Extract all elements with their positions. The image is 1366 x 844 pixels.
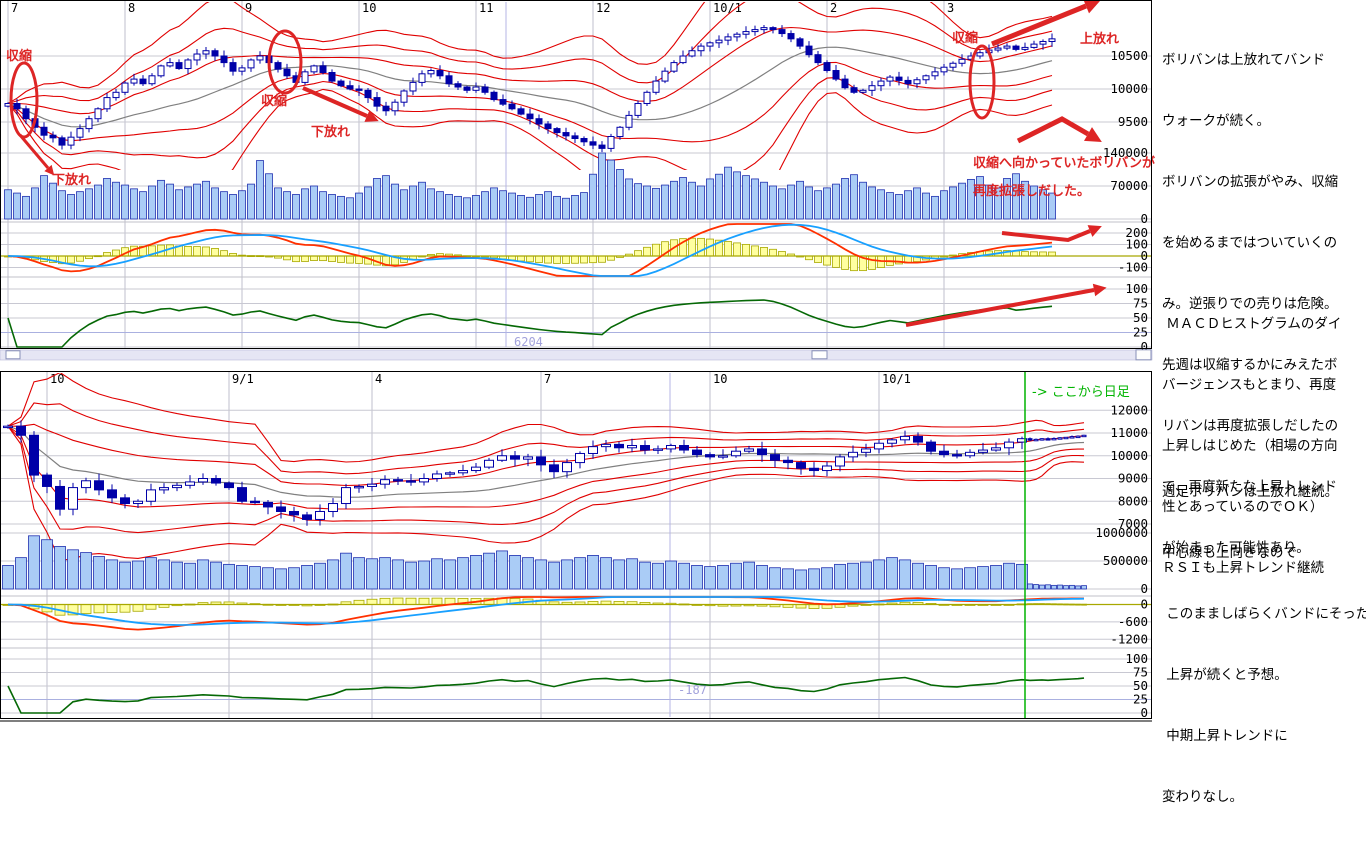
note-line: を始めるまではついていくの bbox=[1162, 229, 1338, 258]
svg-text:25: 25 bbox=[1133, 325, 1148, 340]
bollinger-bands bbox=[8, 373, 1084, 561]
x-tick-label: 9/1 bbox=[232, 372, 254, 386]
daily-divider-label: -> ここから日足 bbox=[1032, 385, 1130, 400]
svg-text:500000: 500000 bbox=[1103, 553, 1148, 568]
x-tick-label: 4 bbox=[375, 372, 382, 386]
svg-text:0: 0 bbox=[1140, 581, 1148, 596]
x-tick-label: 11 bbox=[479, 1, 493, 15]
note-line: このまましばらくバンドにそった bbox=[1162, 600, 1366, 629]
svg-text:10000: 10000 bbox=[1110, 81, 1148, 96]
chart-border bbox=[1, 372, 1152, 719]
svg-text:下放れ: 下放れ bbox=[311, 124, 350, 140]
note-line: 週足ボリバンは上放れ継続。 bbox=[1162, 478, 1366, 507]
right-axis-labels: 105001000095001400007000002001000-100100… bbox=[1103, 48, 1148, 354]
note-line: 中心線も上向きなので bbox=[1162, 539, 1366, 568]
svg-text:12000: 12000 bbox=[1110, 402, 1148, 417]
note-line: バージェンスもとまり、再度 bbox=[1162, 371, 1341, 400]
svg-text:11000: 11000 bbox=[1110, 425, 1148, 440]
svg-text:10000: 10000 bbox=[1110, 448, 1148, 463]
svg-text:10500: 10500 bbox=[1110, 48, 1148, 63]
x-tick-label: 7 bbox=[544, 372, 551, 386]
note-line: ウォークが続く。 bbox=[1162, 107, 1338, 136]
svg-text:0: 0 bbox=[1140, 211, 1148, 226]
svg-text:下放れ: 下放れ bbox=[52, 172, 91, 188]
upper-daily-chart[interactable]: 78910111210/1236204105001000095001400007… bbox=[0, 0, 1155, 354]
x-tick-label: 10/1 bbox=[882, 372, 911, 386]
candlesticks bbox=[4, 420, 1087, 525]
x-tick-label: 7 bbox=[11, 1, 18, 15]
svg-text:収縮: 収縮 bbox=[6, 48, 32, 64]
svg-text:-1200: -1200 bbox=[1110, 631, 1148, 646]
svg-text:0: 0 bbox=[1140, 597, 1148, 612]
note-line: 変わりなし。 bbox=[1162, 783, 1366, 812]
scrollbar-right-box[interactable] bbox=[1136, 350, 1151, 360]
scrollbar-thumb[interactable] bbox=[812, 351, 827, 359]
note-block-weekly: 週足ボリバンは上放れ継続。 中心線も上向きなので このまましばらくバンドにそった… bbox=[1162, 446, 1366, 844]
svg-text:収縮: 収縮 bbox=[952, 30, 978, 46]
note-line: 上昇が続くと予想。 bbox=[1162, 661, 1366, 690]
cursor-value-label: 6204 bbox=[514, 335, 543, 349]
scrollbar-track bbox=[0, 350, 1152, 360]
x-tick-label: 10 bbox=[362, 1, 376, 15]
rsi-panel bbox=[8, 678, 1084, 714]
x-tick-label: 12 bbox=[596, 1, 610, 15]
svg-text:9000: 9000 bbox=[1118, 471, 1148, 486]
svg-text:収縮へ向かっていたボリバンが: 収縮へ向かっていたボリバンが bbox=[973, 155, 1155, 171]
svg-text:9500: 9500 bbox=[1118, 114, 1148, 129]
svg-text:50: 50 bbox=[1133, 310, 1148, 325]
svg-text:再度拡張しだした。: 再度拡張しだした。 bbox=[973, 183, 1090, 199]
note-line: ＭＡＣＤヒストグラムのダイ bbox=[1162, 310, 1341, 339]
analysis-notes: ボリバンは上放れてバンド ウォークが続く。 ボリバンの拡張がやみ、収縮 を始める… bbox=[1162, 0, 1366, 80]
note-line: ボリバンの拡張がやみ、収縮 bbox=[1162, 168, 1338, 197]
svg-text:1000000: 1000000 bbox=[1095, 525, 1148, 540]
svg-text:75: 75 bbox=[1133, 296, 1148, 311]
svg-text:-600: -600 bbox=[1118, 614, 1148, 629]
grid: 109/1471010/1 bbox=[0, 372, 1152, 718]
x-tick-label: 8 bbox=[128, 1, 135, 15]
macd-panel bbox=[0, 597, 1152, 630]
horizontal-scrollbar[interactable] bbox=[0, 350, 1152, 360]
svg-text:収縮: 収縮 bbox=[261, 93, 287, 109]
x-tick-label: 3 bbox=[947, 1, 954, 15]
x-tick-label: 10 bbox=[713, 372, 727, 386]
svg-text:0: 0 bbox=[1140, 705, 1148, 720]
volume-bars bbox=[3, 536, 1087, 589]
charting-app: 78910111210/1236204105001000095001400007… bbox=[0, 0, 1366, 768]
svg-text:100: 100 bbox=[1125, 281, 1148, 296]
x-tick-label: 2 bbox=[830, 1, 837, 15]
note-line: ボリバンは上放れてバンド bbox=[1162, 46, 1338, 75]
note-line: 中期上昇トレンドに bbox=[1162, 722, 1366, 751]
lower-weekly-chart[interactable]: 109/1471010/1-18712000110001000090008000… bbox=[0, 372, 1152, 721]
macd-panel bbox=[0, 224, 1152, 276]
svg-text:上放れ: 上放れ bbox=[1080, 31, 1119, 47]
svg-text:70000: 70000 bbox=[1110, 178, 1148, 193]
svg-text:8000: 8000 bbox=[1118, 493, 1148, 508]
scrollbar-left-box[interactable] bbox=[6, 351, 20, 359]
x-tick-label: 10/1 bbox=[713, 1, 742, 15]
svg-text:-100: -100 bbox=[1118, 260, 1148, 275]
